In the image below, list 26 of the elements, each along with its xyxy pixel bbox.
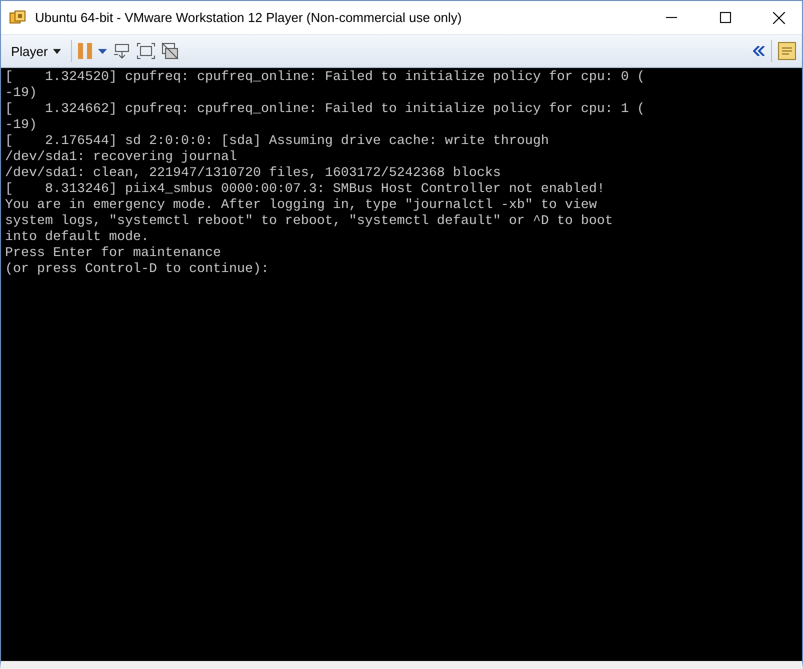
notes-icon[interactable]	[778, 42, 796, 60]
console-line: [ 1.324662] cpufreq: cpufreq_online: Failed to initialize policy for cpu: 1 (	[5, 102, 645, 118]
console-line: Press Enter for maintenance	[5, 246, 221, 262]
close-icon[interactable]	[773, 12, 785, 24]
maximize-icon[interactable]	[720, 12, 730, 23]
console-line: [ 1.324520] cpufreq: cpufreq_online: Failed to initialize policy for cpu: 0 (	[5, 70, 645, 86]
caret-icon[interactable]	[98, 48, 107, 54]
console-line: /dev/sda1: recovering journal	[5, 150, 237, 166]
console-line: [ 2.176544] sd 2:0:0:0: [sda] Assuming drive cache: write through	[5, 134, 549, 150]
monitor-icon[interactable]	[112, 42, 131, 60]
console-line: -19)	[5, 86, 37, 102]
console-line: into default mode.	[5, 230, 149, 246]
caret-icon	[52, 48, 61, 54]
console-screen[interactable]	[1, 68, 802, 661]
console-line: -19)	[5, 118, 37, 134]
window-icon[interactable]	[160, 42, 179, 60]
collapse-icon[interactable]	[753, 46, 765, 56]
player-menu[interactable]: Player	[7, 42, 65, 60]
console-line: [ 8.313246] piix4_smbus 0000:00:07.3: SMBus Host Controller not enabled!	[5, 182, 605, 198]
window-title: Ubuntu 64-bit - VMware Workstation 12 Player (Non-commercial use only)	[35, 10, 462, 25]
console-line: (or press Control-D to continue):	[5, 262, 269, 278]
console-line: system logs, "systemctl reboot" to reboot, "systemctl default" or ^D to boot	[5, 214, 613, 230]
console-line: You are in emergency mode. After logging in, type "journalctl -xb" to view	[5, 198, 597, 214]
app-icon	[9, 10, 27, 26]
fullscreen-icon[interactable]	[136, 43, 155, 59]
console-line: /dev/sda1: clean, 221947/1310720 files, 1603172/5242368 blocks	[5, 166, 501, 182]
